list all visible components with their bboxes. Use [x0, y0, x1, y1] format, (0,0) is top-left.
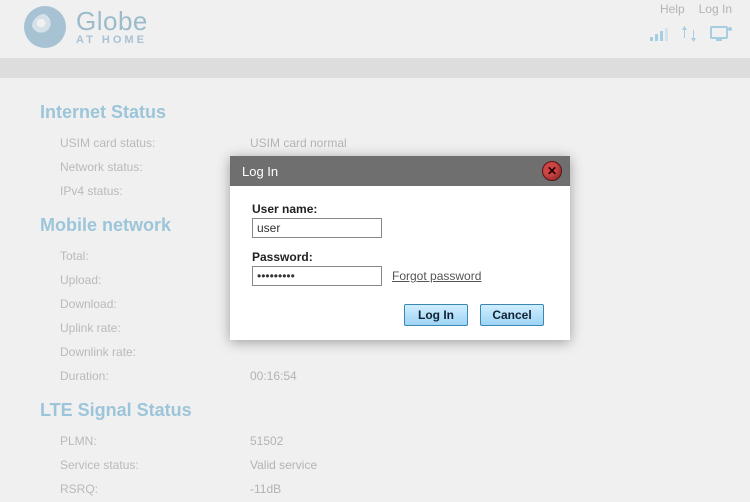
- username-group: User name:: [252, 202, 548, 238]
- cancel-button[interactable]: Cancel: [480, 304, 544, 326]
- password-group: Password: Forgot password: [252, 250, 548, 286]
- username-input[interactable]: [252, 218, 382, 238]
- modal-header: Log In ✕: [230, 156, 570, 186]
- close-icon[interactable]: ✕: [542, 161, 562, 181]
- password-input[interactable]: [252, 266, 382, 286]
- username-label: User name:: [252, 202, 548, 216]
- password-label: Password:: [252, 250, 548, 264]
- modal-title: Log In: [242, 164, 278, 179]
- forgot-password-link[interactable]: Forgot password: [392, 269, 481, 283]
- login-button[interactable]: Log In: [404, 304, 468, 326]
- login-modal: Log In ✕ User name: Password: Forgot pas…: [230, 156, 570, 340]
